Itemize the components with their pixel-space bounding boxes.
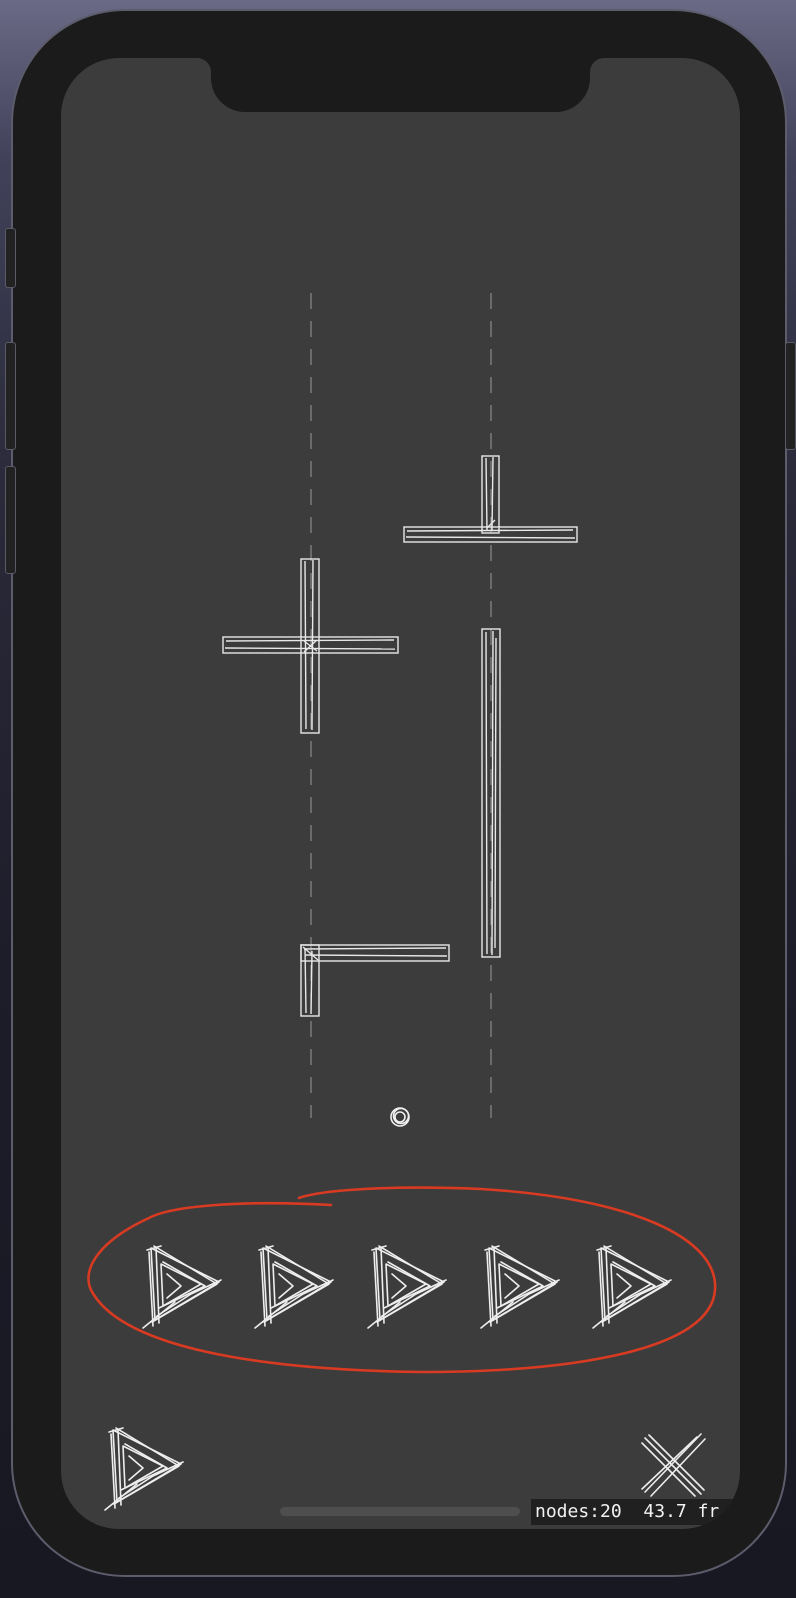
notch bbox=[211, 58, 590, 112]
l-piece[interactable] bbox=[300, 944, 450, 1017]
silent-switch bbox=[5, 228, 16, 288]
close-icon[interactable] bbox=[641, 1433, 706, 1497]
launcher-tray[interactable] bbox=[142, 1245, 672, 1329]
ball[interactable] bbox=[390, 1107, 410, 1127]
guide-rails bbox=[310, 293, 492, 1118]
launcher-icon-3[interactable] bbox=[367, 1245, 447, 1329]
volume-down-button bbox=[5, 466, 16, 574]
i-piece[interactable] bbox=[481, 628, 501, 958]
play-icon[interactable] bbox=[104, 1427, 184, 1511]
launcher-icon-2[interactable] bbox=[254, 1245, 334, 1329]
volume-up-button bbox=[5, 342, 16, 450]
launcher-icon-5[interactable] bbox=[592, 1245, 672, 1329]
node-count: nodes:20 bbox=[535, 1501, 622, 1522]
power-button bbox=[785, 342, 796, 450]
fps-readout: 43.7 fr bbox=[643, 1501, 720, 1522]
red-circle-annotation bbox=[87, 1186, 717, 1374]
launcher-icon-1[interactable] bbox=[142, 1245, 222, 1329]
game-screen[interactable]: nodes:20 43.7 fr bbox=[61, 58, 740, 1529]
home-indicator[interactable] bbox=[280, 1507, 520, 1516]
launcher-icon-4[interactable] bbox=[480, 1245, 560, 1329]
game-canvas[interactable] bbox=[61, 58, 740, 1529]
debug-stats: nodes:20 43.7 fr bbox=[531, 1499, 740, 1525]
